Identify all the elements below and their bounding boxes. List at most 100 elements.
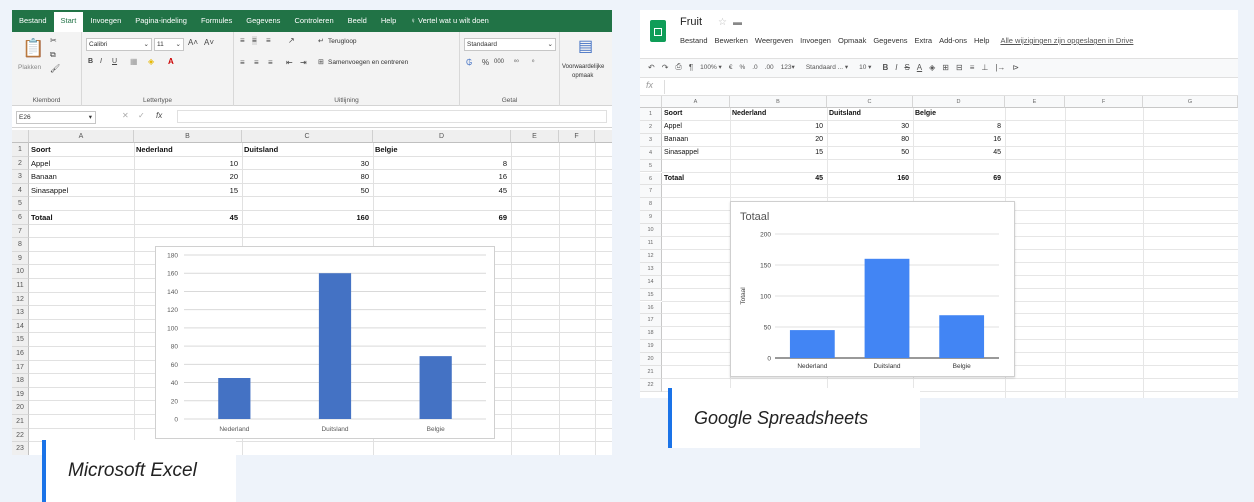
fill-color-icon[interactable]: ◈ (929, 63, 935, 72)
decrease-decimal-button[interactable]: .0 (752, 64, 757, 71)
decrease-indent-icon[interactable]: ⇤ (286, 58, 293, 67)
column-header-g[interactable]: G (1143, 96, 1238, 108)
row-header[interactable]: 21 (640, 366, 662, 379)
row-header[interactable]: 1 (12, 143, 29, 157)
star-icon[interactable]: ☆ (718, 17, 727, 28)
cell[interactable]: 80 (829, 134, 909, 147)
currency-button[interactable]: € (729, 64, 733, 71)
cell[interactable]: 8 (915, 121, 1001, 134)
align-bottom-icon[interactable]: ≡ (266, 36, 271, 45)
row-header[interactable]: 18 (12, 374, 29, 388)
conditional-format-button-line2[interactable]: opmaak (572, 73, 593, 79)
cell-total[interactable]: 45 (732, 173, 823, 186)
font-color-icon[interactable]: A (168, 57, 174, 66)
cell[interactable]: 30 (244, 157, 369, 171)
row-header[interactable]: 7 (640, 185, 662, 199)
percent-icon[interactable]: % (482, 58, 489, 67)
cell[interactable]: 8 (375, 157, 507, 171)
tab-beeld[interactable]: Beeld (341, 10, 374, 32)
paint-format-icon[interactable]: ¶ (689, 63, 693, 72)
row-header[interactable]: 6 (12, 211, 29, 225)
row-header[interactable]: 19 (640, 340, 662, 354)
align-center-icon[interactable]: ≡ (254, 58, 259, 67)
cell[interactable]: 16 (915, 134, 1001, 147)
cell-header[interactable]: Duitsland (829, 108, 909, 121)
row-header[interactable]: 17 (640, 314, 662, 328)
select-all-corner[interactable] (640, 96, 662, 108)
tab-controleren[interactable]: Controleren (287, 10, 340, 32)
row-header[interactable]: 1 (640, 108, 662, 121)
shrink-font-icon[interactable]: A˅ (204, 38, 214, 47)
name-box[interactable]: E26 ▾ (16, 111, 96, 124)
decrease-decimal-icon[interactable]: ⁰ (532, 59, 534, 66)
tab-pagina-indeling[interactable]: Pagina-indeling (128, 10, 194, 32)
row-header[interactable]: 3 (12, 170, 29, 184)
italic-button[interactable]: I (895, 63, 897, 72)
text-color-button[interactable]: A (917, 63, 922, 72)
percent-button[interactable]: % (739, 64, 745, 71)
merge-icon[interactable]: ⊞ (318, 58, 324, 66)
font-size-select[interactable]: 10 ▾ (859, 63, 871, 71)
orientation-icon[interactable]: ↗ (288, 36, 295, 45)
increase-decimal-button[interactable]: .00 (765, 64, 774, 71)
row-header[interactable]: 14 (640, 275, 662, 289)
row-header[interactable]: 20 (12, 401, 29, 415)
row-header[interactable]: 5 (640, 159, 662, 173)
column-header-b[interactable]: B (134, 130, 242, 143)
merge-cells-icon[interactable]: ⊟ (956, 63, 963, 72)
row-header[interactable]: 21 (12, 415, 29, 429)
font-select[interactable]: Standaard ... ▾ (806, 63, 848, 71)
font-size-select[interactable]: 11 ⌄ (154, 38, 184, 51)
thousands-icon[interactable]: 000 (494, 59, 504, 65)
redo-icon[interactable]: ↷ (662, 63, 669, 72)
cell[interactable]: 50 (244, 184, 369, 198)
cell[interactable]: 10 (136, 157, 238, 171)
formula-input[interactable] (177, 110, 607, 123)
cell[interactable]: 20 (732, 134, 823, 147)
row-header[interactable]: 10 (12, 265, 29, 279)
wrap-text-button[interactable]: Terugloop (328, 38, 357, 45)
row-header[interactable]: 3 (640, 133, 662, 147)
cell-total[interactable]: 160 (244, 211, 369, 225)
align-right-icon[interactable]: ≡ (268, 58, 273, 67)
column-header-b[interactable]: B (730, 96, 827, 108)
zoom-select[interactable]: 100% ▾ (700, 63, 722, 71)
align-left-icon[interactable]: ≡ (240, 58, 245, 67)
row-header[interactable]: 23 (12, 442, 29, 455)
row-header[interactable]: 11 (640, 237, 662, 250)
row-header[interactable]: 18 (640, 327, 662, 341)
underline-icon[interactable]: U (112, 58, 117, 65)
menu-add-ons[interactable]: Add-ons (939, 36, 967, 45)
column-header-d[interactable]: D (913, 96, 1005, 108)
row-header[interactable]: 16 (640, 301, 662, 315)
paste-button[interactable]: Plakken (18, 64, 41, 71)
cell[interactable]: Sinasappel (31, 184, 130, 198)
row-header[interactable]: 12 (12, 292, 29, 307)
cell-header[interactable]: Nederland (136, 143, 238, 157)
cell[interactable]: 45 (915, 147, 1001, 160)
print-icon[interactable]: ⎙ (675, 62, 681, 72)
column-header-e[interactable]: E (1005, 96, 1065, 108)
cut-icon[interactable]: ✂ (50, 36, 57, 45)
cell[interactable]: 20 (136, 170, 238, 184)
wrap-text-icon[interactable]: ↵ (318, 37, 324, 45)
increase-indent-icon[interactable]: ⇥ (300, 58, 307, 67)
document-title[interactable]: Fruit (680, 16, 702, 28)
confirm-icon[interactable]: ✓ (138, 111, 145, 120)
cell[interactable]: 15 (732, 147, 823, 160)
column-header-c[interactable]: C (242, 130, 373, 143)
cell-header[interactable]: Belgie (375, 143, 507, 157)
horizontal-align-icon[interactable]: ≡ (970, 63, 975, 72)
sheets-logo-icon[interactable] (650, 20, 666, 42)
row-header[interactable]: 16 (12, 347, 29, 361)
borders-icon[interactable]: ⊞ (942, 63, 949, 72)
align-middle-icon[interactable]: ≡ (252, 36, 257, 45)
menu-help[interactable]: Help (974, 36, 989, 45)
row-header[interactable]: 9 (640, 211, 662, 225)
row-header[interactable]: 10 (640, 224, 662, 237)
row-header[interactable]: 15 (12, 333, 29, 347)
cell[interactable]: Appel (664, 121, 726, 134)
italic-icon[interactable]: I (100, 58, 102, 65)
row-header[interactable]: 4 (640, 146, 662, 160)
cell-total[interactable]: 45 (136, 211, 238, 225)
